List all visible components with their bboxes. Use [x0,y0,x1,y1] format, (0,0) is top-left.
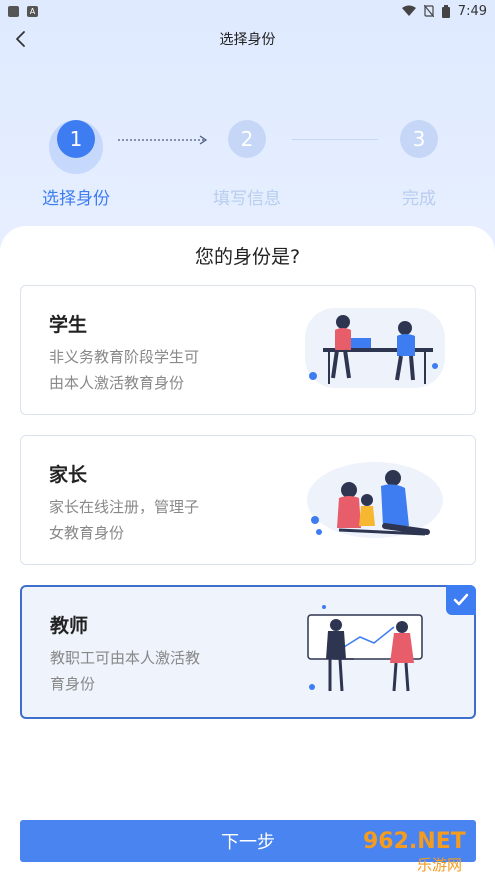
status-time: 7:49 [457,3,487,19]
status-bar: A 7:49 [0,0,495,22]
no-sim-icon [423,5,434,17]
watermark-brand-text: 962.NET [363,829,466,854]
step-3-label: 完成 [402,189,436,209]
card-title-teacher: 教师 [50,615,89,637]
wifi-icon [401,5,416,16]
status-right: 7:49 [401,3,487,19]
battery-icon [441,4,450,18]
identity-card-student[interactable]: 学生 非义务教育阶段学生可 由本人激活教育身份 [20,285,476,415]
checkmark-icon [453,593,469,606]
card-title-student: 学生 [49,314,88,336]
card-desc-line: 育身份 [50,675,96,693]
student-illustration [305,308,445,388]
step-connector-2 [292,139,378,140]
notification-square-icon [8,5,19,17]
card-title-parent: 家长 [49,464,88,486]
step-3-halo: 3 [392,120,446,174]
card-desc-line: 由本人激活教育身份 [49,374,185,392]
step-1-halo: 1 [49,120,103,174]
teacher-illustration [307,605,423,692]
page-title: 选择身份 [219,32,276,48]
step-3: 3 完成 [369,112,469,209]
step-2-halo: 2 [220,120,274,174]
watermark-site-text: 乐游网 [417,856,462,874]
app-a-icon: A [27,5,38,17]
step-indicator: 1 选择身份 2 填写信息 3 完成 [0,112,495,209]
card-desc-line: 女教育身份 [49,524,125,542]
step-1: 1 选择身份 [26,112,126,209]
card-desc-line: 家长在线注册，管理子 [49,498,200,516]
card-desc-teacher: 教职工可由本人激活教 育身份 [50,645,250,697]
step-1-number: 1 [57,120,95,158]
card-desc-line: 非义务教育阶段学生可 [49,348,200,366]
back-arrow-icon[interactable] [10,28,32,50]
identity-card-parent[interactable]: 家长 家长在线注册，管理子 女教育身份 [20,435,476,565]
status-left: A [8,5,38,17]
card-desc-parent: 家长在线注册，管理子 女教育身份 [49,494,249,546]
parent-illustration [307,462,443,538]
step-2-label: 填写信息 [213,189,281,209]
identity-question: 您的身份是? [194,246,301,268]
step-3-number: 3 [400,120,438,158]
selected-check-badge [446,585,476,615]
nav-bar: 选择身份 [0,22,495,56]
step-2: 2 填写信息 [197,112,297,209]
step-1-label: 选择身份 [42,189,110,209]
identity-card-teacher[interactable]: 教师 教职工可由本人激活教 育身份 [20,585,476,719]
card-desc-line: 教职工可由本人激活教 [50,649,201,667]
step-2-number: 2 [228,120,266,158]
watermark-logo: 962.NET 乐游网 [363,829,466,874]
card-desc-student: 非义务教育阶段学生可 由本人激活教育身份 [49,344,249,396]
